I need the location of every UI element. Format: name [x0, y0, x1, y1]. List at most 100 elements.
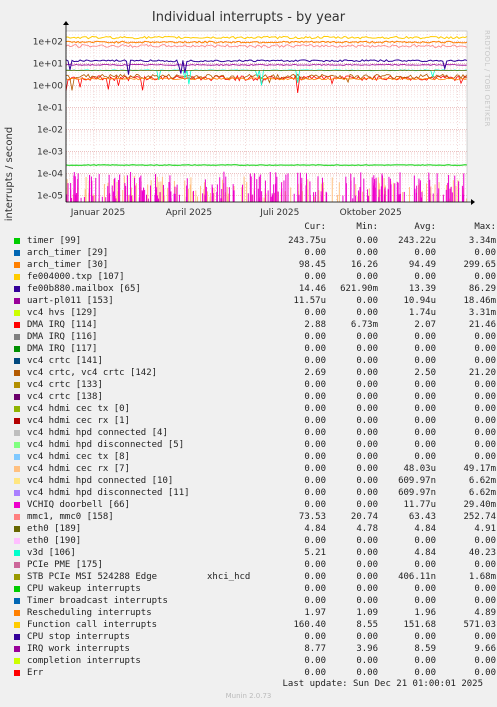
legend-label: vc4 crtc [141]	[27, 356, 103, 366]
legend-max: 18.46m	[463, 296, 496, 306]
x-tick-label: Juli 2025	[259, 208, 299, 218]
legend-swatch	[14, 358, 20, 364]
legend-swatch	[14, 586, 20, 592]
legend-label: STB PCIe MSI 524288 Edge	[27, 572, 158, 582]
legend-swatch	[14, 274, 20, 280]
y-tick-label: 1e-04	[37, 169, 63, 179]
last-update: Last update: Sun Dec 21 01:00:01 2025	[282, 679, 483, 689]
legend-max: 0.00	[474, 248, 496, 258]
legend-max: 21.20	[468, 368, 496, 378]
legend-max: 6.62m	[468, 476, 496, 486]
legend-max: 3.34m	[468, 236, 496, 246]
legend-max: 0.00	[474, 404, 496, 414]
legend-row: DMA IRQ [116] 0.00 0.00 0.00 0.00	[12, 331, 496, 343]
legend-swatch	[14, 466, 20, 472]
legend-swatch	[14, 634, 20, 640]
legend-row: vc4 hdmi hpd disconnected [11] 0.00 0.00 60…	[12, 487, 496, 499]
legend-max: 0.00	[474, 344, 496, 354]
legend-label: vc4 hdmi cec tx [8]	[27, 452, 130, 462]
legend-extra: xhci_hcd	[207, 572, 251, 582]
legend-swatch	[14, 334, 20, 340]
y-tick-label: 1e+01	[33, 59, 63, 69]
legend-max: 40.23	[468, 548, 496, 558]
legend-label: vc4 crtc [133]	[27, 380, 103, 390]
legend-label: v3d [106]	[27, 548, 76, 558]
legend-label: vc4 hdmi hpd connected [4]	[27, 428, 168, 438]
y-tick-label: 1e+02	[33, 37, 63, 47]
legend-swatch	[14, 514, 20, 520]
legend-row: vc4 hdmi hpd disconnected [5] 0.00 0.00 0.0…	[12, 439, 496, 451]
legend-row: vc4 crtc [133] 0.00 0.00 0.00 0.00	[12, 379, 496, 391]
legend-row: vc4 hdmi cec rx [1] 0.00 0.00 0.00 0.00	[12, 415, 496, 427]
legend-swatch	[14, 262, 20, 268]
legend-label: VCHIQ doorbell [66]	[27, 500, 130, 510]
legend-row: v3d [106] 5.21 0.00 4.84 40.23	[12, 547, 496, 559]
legend-label: vc4 hdmi hpd connected [10]	[27, 476, 174, 486]
legend-row: vc4 hdmi cec tx [0] 0.00 0.00 0.00 0.00	[12, 403, 496, 415]
legend-max: 0.00	[474, 428, 496, 438]
legend-max: 0.00	[474, 332, 496, 342]
legend-swatch	[14, 490, 20, 496]
legend-max: 4.91	[474, 524, 496, 534]
legend-max: 0.00	[474, 596, 496, 606]
legend-row: vc4 crtc [138] 0.00 0.00 0.00 0.00	[12, 391, 496, 403]
legend-swatch	[14, 346, 20, 352]
legend-swatch	[14, 538, 20, 544]
legend-label: arch_timer [29]	[27, 248, 109, 258]
legend-swatch	[14, 418, 20, 424]
legend-swatch	[14, 298, 20, 304]
legend-swatch	[14, 646, 20, 652]
legend-max: 3.31m	[468, 308, 496, 318]
legend-row: eth0 [190] 0.00 0.00 0.00 0.00	[12, 535, 496, 547]
legend-swatch	[14, 502, 20, 508]
legend-row: DMA IRQ [117] 0.00 0.00 0.00 0.00	[12, 343, 496, 355]
legend-row: mmc1, mmc0 [158] 73.53 20.74 63.43 252.74	[12, 511, 496, 523]
x-tick-label: April 2025	[166, 208, 212, 218]
legend-swatch	[14, 670, 20, 676]
legend-label: PCIe PME [175]	[27, 560, 103, 570]
legend-label: timer [99]	[27, 236, 82, 246]
legend-swatch	[14, 478, 20, 484]
legend-max: 9.66	[474, 644, 496, 654]
legend-max: 0.00	[474, 632, 496, 642]
legend-row: STB PCIe MSI 524288 Edge xhci_hcd 0.00 0.00…	[12, 571, 496, 583]
legend-swatch	[14, 286, 20, 292]
series-timer	[65, 164, 468, 166]
legend-row: IRQ work interrupts 8.77 3.96 8.59 9.66	[12, 643, 496, 655]
legend-label: IRQ work interrupts	[27, 644, 130, 654]
legend-row: eth0 [189] 4.84 4.78 4.84 4.91	[12, 523, 496, 535]
x-tick-label: Oktober 2025	[340, 208, 402, 218]
legend-row: vc4 crtc [141] 0.00 0.00 0.00 0.00	[12, 355, 496, 367]
legend-max: 0.00	[474, 560, 496, 570]
legend-max: 49.17m	[463, 464, 496, 474]
legend-max: 0.00	[474, 584, 496, 594]
legend-swatch	[14, 562, 20, 568]
legend-label: vc4 hdmi cec tx [0]	[27, 404, 130, 414]
legend-row: completion interrupts 0.00 0.00 0.00 0.00	[12, 655, 496, 667]
munin-version: Munin 2.0.73	[225, 692, 272, 700]
legend-max: 0.00	[474, 416, 496, 426]
y-tick-label: 1e+00	[33, 81, 64, 91]
legend-max: 571.03	[463, 620, 496, 630]
legend-swatch	[14, 322, 20, 328]
legend-max: 0.00	[474, 668, 496, 678]
legend-label: DMA IRQ [114]	[27, 320, 98, 330]
legend-label: Err	[27, 668, 44, 678]
legend-swatch	[14, 454, 20, 460]
legend-max: 4.89	[474, 608, 496, 618]
y-axis-arrow	[63, 21, 69, 25]
legend-label: Function call interrupts	[27, 620, 158, 630]
legend-max: 0.00	[474, 392, 496, 402]
legend-label: uart-pl011 [153]	[27, 296, 114, 306]
legend-max: 0.00	[474, 452, 496, 462]
legend-row: vc4 hdmi hpd connected [10] 0.00 0.00 609.9…	[12, 475, 496, 487]
legend-row: arch_timer [30] 98.45 16.26 94.49 299.65	[12, 259, 496, 271]
legend-swatch	[14, 238, 20, 244]
legend-row: DMA IRQ [114] 2.88 6.73m 2.07 21.46	[12, 319, 496, 331]
legend-row: timer [99] 243.75u 0.00 243.22u 3.34m	[12, 235, 496, 247]
legend-label: vc4 crtc [138]	[27, 392, 103, 402]
legend-max: 0.00	[474, 656, 496, 666]
legend-swatch	[14, 574, 20, 580]
legend-label: vc4 hdmi hpd disconnected [11]	[27, 488, 190, 498]
legend-label: vc4 crtc, vc4 crtc [142]	[27, 368, 158, 378]
